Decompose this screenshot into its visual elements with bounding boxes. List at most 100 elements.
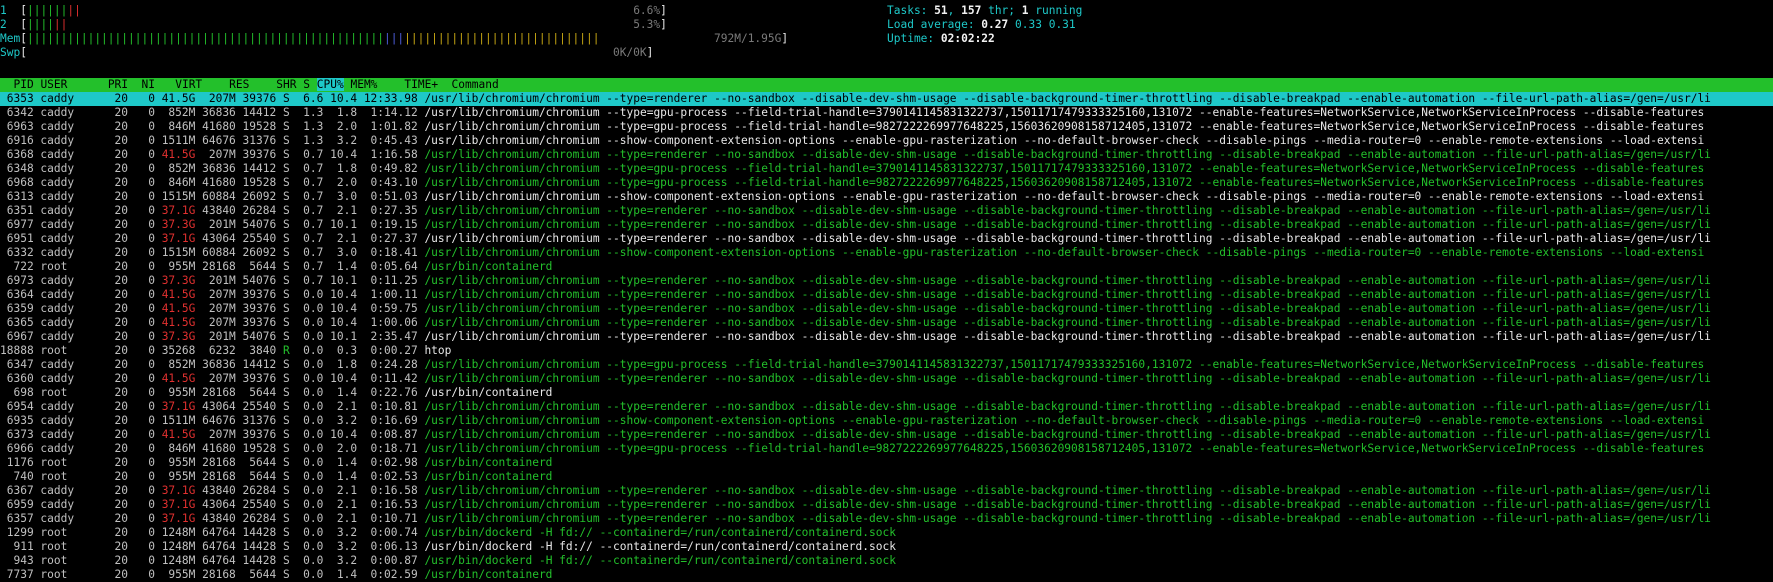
col-virt[interactable]: VIRT: [168, 78, 202, 91]
command-cell: /usr/lib/chromium/chromium --show-compon…: [424, 190, 1704, 203]
command-cell: /usr/lib/chromium/chromium --type=gpu-pr…: [424, 442, 1704, 455]
res-cell: 28168: [195, 456, 243, 469]
table-row[interactable]: 1176 root 20 0 955M 28168 5644 S 0.0 1.4…: [0, 456, 1773, 470]
table-row[interactable]: 6373 caddy 20 0 41.5G 207M 39376 S 0.0 1…: [0, 428, 1773, 442]
mem-cell: 2.1: [330, 498, 364, 511]
time-cell: 0:08.87: [363, 428, 425, 441]
table-row[interactable]: 722 root 20 0 955M 28168 5644 S 0.7 1.4 …: [0, 260, 1773, 274]
col-command[interactable]: Command: [452, 78, 499, 91]
table-row[interactable]: 6977 caddy 20 0 37.3G 201M 54076 S 0.7 1…: [0, 218, 1773, 232]
pid-cell: 911: [0, 540, 41, 553]
mem-cell: 2.1: [330, 400, 364, 413]
table-row[interactable]: 6313 caddy 20 0 1515M 60884 26092 S 0.7 …: [0, 190, 1773, 204]
time-cell: 0:00.87: [363, 554, 425, 567]
time-cell: 1:14.12: [363, 106, 425, 119]
table-row[interactable]: 6364 caddy 20 0 41.5G 207M 39376 S 0.0 1…: [0, 288, 1773, 302]
table-row[interactable]: 6365 caddy 20 0 41.5G 207M 39376 S 0.0 1…: [0, 316, 1773, 330]
user-cell: root: [40, 260, 108, 273]
command-cell: /usr/lib/chromium/chromium --type=gpu-pr…: [424, 358, 1704, 371]
res-cell: 36836: [195, 106, 243, 119]
pri-cell: 20: [107, 372, 135, 385]
col-state[interactable]: S: [303, 78, 310, 91]
table-row[interactable]: 698 root 20 0 955M 28168 5644 S 0.0 1.4 …: [0, 386, 1773, 400]
res-cell: 6232: [195, 344, 243, 357]
col-mem[interactable]: MEM%: [350, 78, 377, 91]
user-cell: caddy: [40, 512, 108, 525]
res-cell: 201M: [195, 330, 243, 343]
command-cell: /usr/bin/dockerd -H fd:// --containerd=/…: [424, 540, 896, 553]
table-row[interactable]: 1299 root 20 0 1248M 64764 14428 S 0.0 3…: [0, 526, 1773, 540]
table-row[interactable]: 740 root 20 0 955M 28168 5644 S 0.0 1.4 …: [0, 470, 1773, 484]
command-exe: /usr/lib/chromium/chromium: [424, 512, 600, 525]
virt-cell: 955M: [161, 470, 196, 483]
mem-cell: 10.4: [330, 92, 364, 105]
time-cell: 0:11.25: [363, 274, 425, 287]
state-cell: S: [282, 274, 297, 287]
table-row[interactable]: 18888 root 20 0 35268 6232 3840 R 0.0 0.…: [0, 344, 1773, 358]
pid-cell: 6313: [0, 190, 41, 203]
table-row[interactable]: 6973 caddy 20 0 37.3G 201M 54076 S 0.7 1…: [0, 274, 1773, 288]
res-cell: 207M: [195, 148, 243, 161]
table-row[interactable]: 7737 root 20 0 955M 28168 5644 S 0.0 1.4…: [0, 568, 1773, 582]
shr-cell: 19528: [242, 120, 283, 133]
time-cell: 0:24.28: [363, 358, 425, 371]
res-cell: 207M: [195, 288, 243, 301]
table-row[interactable]: 6966 caddy 20 0 846M 41680 19528 S 0.0 2…: [0, 442, 1773, 456]
table-row[interactable]: 6342 caddy 20 0 852M 36836 14412 S 1.3 1…: [0, 106, 1773, 120]
pri-cell: 20: [107, 512, 135, 525]
pri-cell: 20: [107, 526, 135, 539]
col-pid[interactable]: PID: [0, 78, 33, 91]
col-pri[interactable]: PRI: [108, 78, 128, 91]
time-cell: 0:16.58: [363, 484, 425, 497]
table-row[interactable]: 6367 caddy 20 0 37.1G 43840 26284 S 0.0 …: [0, 484, 1773, 498]
res-cell: 43064: [195, 498, 243, 511]
table-row[interactable]: 6368 caddy 20 0 41.5G 207M 39376 S 0.7 1…: [0, 148, 1773, 162]
ni-cell: 0: [134, 330, 162, 343]
command-args: --type=renderer --no-sandbox --disable-d…: [599, 330, 1711, 343]
table-row[interactable]: 6357 caddy 20 0 37.1G 43840 26284 S 0.0 …: [0, 512, 1773, 526]
table-row[interactable]: 6959 caddy 20 0 37.1G 43064 25540 S 0.0 …: [0, 498, 1773, 512]
tasks-line: Tasks: 51, 157 thr; 1 running: [887, 4, 1083, 17]
table-row[interactable]: 6332 caddy 20 0 1515M 60884 26092 S 0.7 …: [0, 246, 1773, 260]
cpu-cell: 0.7: [296, 204, 331, 217]
mem-cell: 1.8: [330, 106, 364, 119]
table-row[interactable]: 6954 caddy 20 0 37.1G 43064 25540 S 0.0 …: [0, 400, 1773, 414]
command-exe: /usr/lib/chromium/chromium: [424, 498, 600, 511]
col-res[interactable]: RES: [216, 78, 249, 91]
table-row[interactable]: 911 root 20 0 1248M 64764 14428 S 0.0 3.…: [0, 540, 1773, 554]
shr-cell: 14428: [242, 526, 283, 539]
pri-cell: 20: [107, 540, 135, 553]
table-row[interactable]: 6359 caddy 20 0 41.5G 207M 39376 S 0.0 1…: [0, 302, 1773, 316]
col-shr[interactable]: SHR: [263, 78, 296, 91]
col-user[interactable]: USER: [40, 78, 67, 91]
col-ni[interactable]: NI: [142, 78, 155, 91]
table-row[interactable]: 6360 caddy 20 0 41.5G 207M 39376 S 0.0 1…: [0, 372, 1773, 386]
ni-cell: 0: [134, 232, 162, 245]
command-args: --show-component-extension-options --ena…: [599, 190, 1705, 203]
col-cpu[interactable]: CPU%: [316, 78, 344, 91]
table-row[interactable]: 6347 caddy 20 0 852M 36836 14412 S 0.0 1…: [0, 358, 1773, 372]
table-row[interactable]: 6968 caddy 20 0 846M 41680 19528 S 0.7 2…: [0, 176, 1773, 190]
table-row[interactable]: 6935 caddy 20 0 1511M 64676 31376 S 0.0 …: [0, 414, 1773, 428]
table-row[interactable]: 6353 caddy 20 0 41.5G 207M 39376 S 6.6 1…: [0, 92, 1773, 106]
table-row[interactable]: 6951 caddy 20 0 37.1G 43064 25540 S 0.7 …: [0, 232, 1773, 246]
table-row[interactable]: 6348 caddy 20 0 852M 36836 14412 S 0.7 1…: [0, 162, 1773, 176]
table-row[interactable]: 6916 caddy 20 0 1511M 64676 31376 S 1.3 …: [0, 134, 1773, 148]
mem-cell: 1.4: [330, 568, 364, 581]
col-time[interactable]: TIME+: [391, 78, 438, 91]
load-15: 0.31: [1048, 18, 1076, 31]
cpu-cell: 0.0: [296, 330, 331, 343]
table-row[interactable]: 6967 caddy 20 0 37.3G 201M 54076 S 0.0 1…: [0, 330, 1773, 344]
load-1: 0.27: [981, 18, 1009, 31]
meter-bar: ||||||: [26, 4, 68, 17]
command-args: --type=gpu-process --field-trial-handle=…: [599, 162, 1705, 175]
table-row[interactable]: 6963 caddy 20 0 846M 41680 19528 S 1.3 2…: [0, 120, 1773, 134]
shr-cell: 26284: [242, 484, 283, 497]
table-row[interactable]: 6351 caddy 20 0 37.1G 43840 26284 S 0.7 …: [0, 204, 1773, 218]
virt-cell: 852M: [161, 162, 196, 175]
pri-cell: 20: [107, 400, 135, 413]
table-row[interactable]: 943 root 20 0 1248M 64764 14428 S 0.0 3.…: [0, 554, 1773, 568]
res-cell: 43840: [195, 204, 243, 217]
cpu-cell: 0.0: [296, 512, 331, 525]
ni-cell: 0: [134, 134, 162, 147]
